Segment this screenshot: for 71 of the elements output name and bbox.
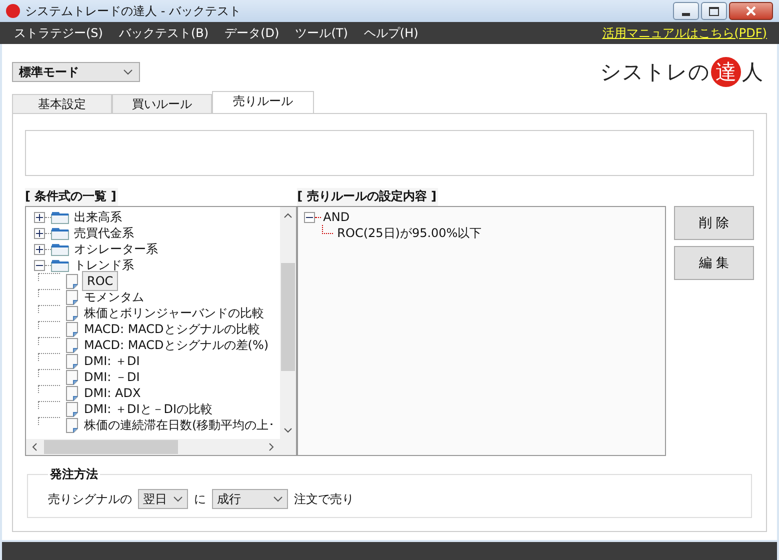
chevron-down-icon (273, 496, 283, 502)
document-icon (66, 338, 78, 352)
action-button[interactable]: 編 集 (674, 246, 754, 280)
maximize-button[interactable] (701, 2, 727, 20)
expander-icon[interactable] (34, 228, 45, 238)
expander-icon[interactable] (34, 260, 45, 270)
document-icon (66, 354, 78, 368)
document-icon (66, 386, 78, 400)
tree-item[interactable]: 売買代金系 (72, 224, 136, 242)
tree-item[interactable]: DMI: －DI (82, 368, 142, 386)
menu-item[interactable]: ヘルプ(H) (364, 24, 418, 42)
document-icon (66, 274, 78, 288)
tree-item[interactable]: オシレーター系 (72, 240, 160, 258)
order-heading: 発注方法 (48, 466, 99, 483)
scroll-right-icon[interactable] (269, 443, 274, 451)
tree-item[interactable]: モメンタム (82, 288, 146, 306)
chevron-down-icon (123, 69, 133, 75)
tab[interactable]: 買いルール (112, 94, 212, 113)
order-label: 売りシグナルの (48, 490, 132, 508)
menu-item[interactable]: データ(D) (224, 24, 280, 42)
tree-item[interactable]: トレンド系 (72, 256, 136, 274)
minimize-button[interactable] (673, 2, 699, 20)
tree-item[interactable]: ROC (82, 271, 118, 291)
expander-icon[interactable] (34, 244, 45, 254)
conditions-heading: [ 条件式の一覧 ] (25, 188, 118, 206)
tree-item[interactable]: DMI: ＋DI (82, 352, 142, 370)
tree-item[interactable]: DMI: ＋DIと－DIの比較 (82, 400, 215, 418)
chevron-down-icon (173, 496, 183, 502)
order-label: に (194, 490, 206, 508)
scroll-left-icon[interactable] (32, 443, 37, 451)
rule-item[interactable]: AND (321, 210, 352, 224)
rules-heading: [ 売りルールの設定内容 ] (297, 188, 438, 206)
document-icon (66, 322, 78, 336)
menu-item[interactable]: バックテスト(B) (118, 24, 209, 42)
logo: シストレの 達 人 (600, 57, 763, 87)
vertical-scrollbar[interactable] (280, 207, 296, 439)
menu-item[interactable]: ストラテジー(S) (14, 24, 103, 42)
tree-item[interactable]: 出来高系 (72, 208, 124, 226)
rule-item[interactable]: ROC(25日)が95.00%以下 (335, 224, 484, 242)
expander-icon[interactable] (304, 212, 316, 222)
menu-item[interactable]: ツール(T) (295, 24, 348, 42)
manual-link[interactable]: 活用マニュアルはこちら(PDF) (602, 24, 767, 42)
tree-item[interactable]: MACD: MACDとシグナルの差(%) (82, 336, 271, 354)
timing-dropdown[interactable]: 翌日 (138, 489, 188, 509)
document-icon (66, 402, 78, 416)
tree-item[interactable]: MACD: MACDとシグナルの比較 (82, 320, 262, 338)
order-type-dropdown[interactable]: 成行 (212, 489, 288, 509)
window-title: システムトレードの達人 - バックテスト (25, 2, 242, 20)
document-icon (66, 418, 78, 432)
expander-icon[interactable] (34, 212, 45, 222)
action-button[interactable]: 削 除 (674, 206, 754, 240)
folder-icon (51, 258, 69, 272)
folder-icon (51, 210, 69, 224)
order-label: 注文で売り (294, 490, 354, 508)
tab[interactable]: 売りルール (212, 91, 314, 113)
tree-item[interactable]: 株価とボリンジャーバンドの比較 (82, 304, 266, 322)
folder-icon (51, 242, 69, 256)
tree-item[interactable]: 株価の連続滞在日数(移動平均の上･ (82, 416, 277, 434)
close-icon (745, 6, 757, 16)
mode-dropdown[interactable]: 標準モード (12, 62, 140, 82)
scroll-up-icon[interactable] (284, 213, 292, 218)
folder-icon (51, 226, 69, 240)
tab[interactable]: 基本設定 (12, 94, 112, 113)
tree-item[interactable]: DMI: ADX (82, 386, 143, 400)
document-icon (66, 290, 78, 304)
document-icon (66, 306, 78, 320)
scroll-down-icon[interactable] (284, 428, 292, 433)
app-icon (6, 4, 20, 18)
document-icon (66, 370, 78, 384)
close-button[interactable] (729, 2, 773, 20)
horizontal-scrollbar[interactable] (26, 439, 296, 455)
